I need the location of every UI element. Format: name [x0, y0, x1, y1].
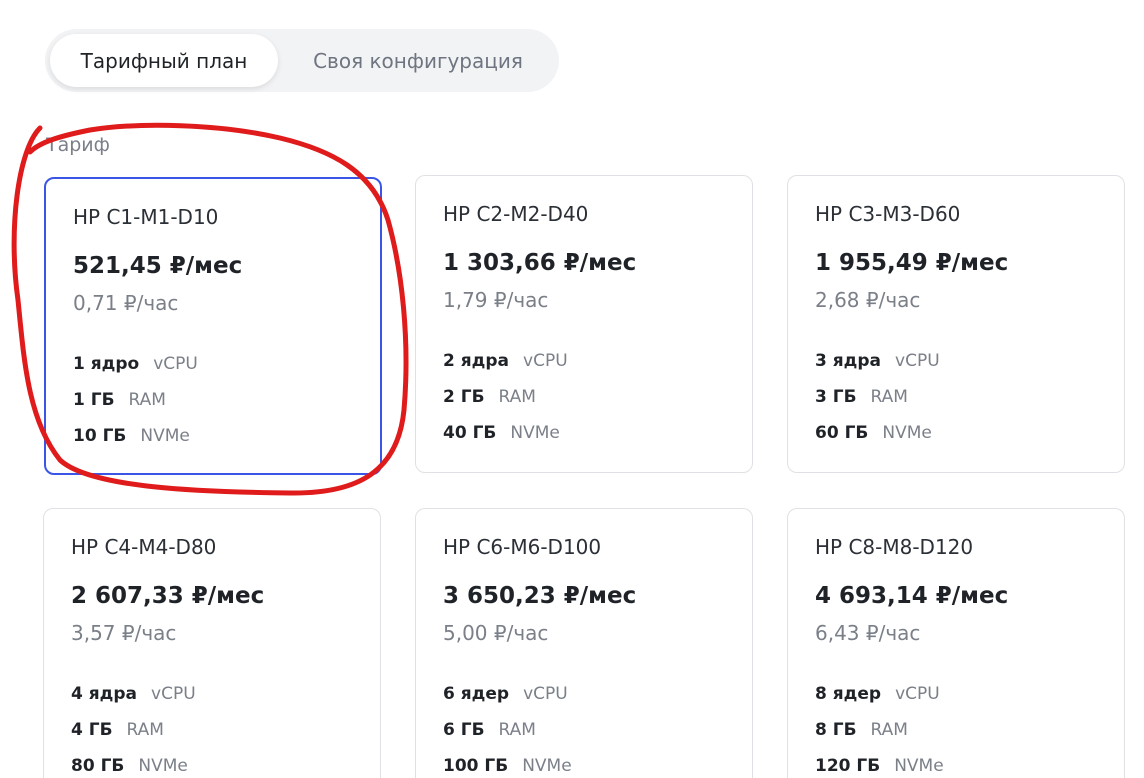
- spec-disk: 10 ГБ NVMe: [73, 426, 190, 446]
- spec-disk-value: 40 ГБ: [443, 423, 497, 443]
- tab-custom-config[interactable]: Своя конфигурация: [293, 34, 543, 87]
- spec-ram: 8 ГБ RAM: [815, 720, 908, 740]
- spec-cpu: 8 ядер vCPU: [815, 684, 940, 704]
- spec-cpu-unit: vCPU: [895, 351, 940, 371]
- plan-price-month: 1 303,66 ₽/мес: [443, 250, 637, 276]
- spec-disk-value: 100 ГБ: [443, 756, 509, 776]
- spec-ram-unit: RAM: [870, 720, 908, 740]
- spec-ram-value: 2 ГБ: [443, 387, 485, 407]
- spec-disk-value: 80 ГБ: [71, 756, 125, 776]
- spec-disk-unit: NVMe: [894, 756, 944, 776]
- spec-ram-value: 6 ГБ: [443, 720, 485, 740]
- spec-cpu: 4 ядра vCPU: [71, 684, 196, 704]
- spec-cpu: 1 ядро vCPU: [73, 354, 198, 374]
- plan-card[interactable]: HP C1-M1-D10 521,45 ₽/мес 0,71 ₽/час 1 я…: [44, 177, 382, 475]
- spec-disk: 100 ГБ NVMe: [443, 756, 572, 776]
- section-label: Тариф: [46, 134, 110, 156]
- spec-cpu-unit: vCPU: [151, 684, 196, 704]
- plan-price-hour: 6,43 ₽/час: [815, 621, 921, 645]
- plan-mode-switch: Тарифный план Своя конфигурация: [45, 29, 559, 92]
- spec-ram-value: 3 ГБ: [815, 387, 857, 407]
- spec-ram: 6 ГБ RAM: [443, 720, 536, 740]
- spec-cpu-value: 4 ядра: [71, 684, 138, 704]
- spec-ram: 2 ГБ RAM: [443, 387, 536, 407]
- plan-price-month: 3 650,23 ₽/мес: [443, 583, 637, 609]
- plan-price-hour: 3,57 ₽/час: [71, 621, 177, 645]
- spec-ram-value: 1 ГБ: [73, 390, 115, 410]
- spec-ram-unit: RAM: [498, 387, 536, 407]
- spec-cpu: 3 ядра vCPU: [815, 351, 940, 371]
- spec-ram: 1 ГБ RAM: [73, 390, 166, 410]
- spec-cpu-unit: vCPU: [895, 684, 940, 704]
- spec-ram: 3 ГБ RAM: [815, 387, 908, 407]
- plan-name: HP C8-M8-D120: [815, 535, 974, 559]
- plan-price-hour: 2,68 ₽/час: [815, 288, 921, 312]
- spec-cpu-value: 6 ядер: [443, 684, 510, 704]
- plan-card[interactable]: HP C3-M3-D60 1 955,49 ₽/мес 2,68 ₽/час 3…: [787, 175, 1125, 473]
- spec-cpu: 6 ядер vCPU: [443, 684, 568, 704]
- plan-price-hour: 1,79 ₽/час: [443, 288, 549, 312]
- spec-disk-value: 60 ГБ: [815, 423, 869, 443]
- page: Тарифный план Своя конфигурация Тариф HP…: [0, 0, 1144, 778]
- plan-name: HP C3-M3-D60: [815, 202, 961, 226]
- spec-disk-value: 10 ГБ: [73, 426, 127, 446]
- plan-card[interactable]: HP C6-M6-D100 3 650,23 ₽/мес 5,00 ₽/час …: [415, 508, 753, 778]
- spec-ram-value: 8 ГБ: [815, 720, 857, 740]
- spec-cpu-value: 1 ядро: [73, 354, 140, 374]
- spec-ram-unit: RAM: [870, 387, 908, 407]
- spec-cpu-value: 3 ядра: [815, 351, 882, 371]
- spec-ram-unit: RAM: [126, 720, 164, 740]
- spec-disk-unit: NVMe: [522, 756, 572, 776]
- spec-disk: 80 ГБ NVMe: [71, 756, 188, 776]
- plan-name: HP C2-M2-D40: [443, 202, 589, 226]
- spec-disk: 40 ГБ NVMe: [443, 423, 560, 443]
- plan-name: HP C1-M1-D10: [73, 205, 219, 229]
- spec-ram-value: 4 ГБ: [71, 720, 113, 740]
- tab-tariff-plan[interactable]: Тарифный план: [50, 34, 278, 87]
- plan-card[interactable]: HP C2-M2-D40 1 303,66 ₽/мес 1,79 ₽/час 2…: [415, 175, 753, 473]
- spec-ram-unit: RAM: [498, 720, 536, 740]
- spec-disk-unit: NVMe: [510, 423, 560, 443]
- spec-disk-unit: NVMe: [138, 756, 188, 776]
- plan-card[interactable]: HP C8-M8-D120 4 693,14 ₽/мес 6,43 ₽/час …: [787, 508, 1125, 778]
- spec-ram-unit: RAM: [128, 390, 166, 410]
- plan-name: HP C6-M6-D100: [443, 535, 602, 559]
- spec-cpu-value: 2 ядра: [443, 351, 510, 371]
- plan-price-month: 4 693,14 ₽/мес: [815, 583, 1009, 609]
- spec-cpu-unit: vCPU: [523, 351, 568, 371]
- spec-disk: 120 ГБ NVMe: [815, 756, 944, 776]
- spec-ram: 4 ГБ RAM: [71, 720, 164, 740]
- plan-price-month: 2 607,33 ₽/мес: [71, 583, 265, 609]
- plan-price-month: 521,45 ₽/мес: [73, 253, 243, 279]
- spec-disk-value: 120 ГБ: [815, 756, 881, 776]
- spec-cpu-value: 8 ядер: [815, 684, 882, 704]
- spec-disk-unit: NVMe: [140, 426, 190, 446]
- plan-price-hour: 5,00 ₽/час: [443, 621, 549, 645]
- spec-cpu: 2 ядра vCPU: [443, 351, 568, 371]
- spec-cpu-unit: vCPU: [523, 684, 568, 704]
- spec-disk: 60 ГБ NVMe: [815, 423, 932, 443]
- plan-price-month: 1 955,49 ₽/мес: [815, 250, 1009, 276]
- plan-card[interactable]: HP C4-M4-D80 2 607,33 ₽/мес 3,57 ₽/час 4…: [43, 508, 381, 778]
- spec-disk-unit: NVMe: [882, 423, 932, 443]
- plan-name: HP C4-M4-D80: [71, 535, 217, 559]
- spec-cpu-unit: vCPU: [153, 354, 198, 374]
- plan-price-hour: 0,71 ₽/час: [73, 291, 179, 315]
